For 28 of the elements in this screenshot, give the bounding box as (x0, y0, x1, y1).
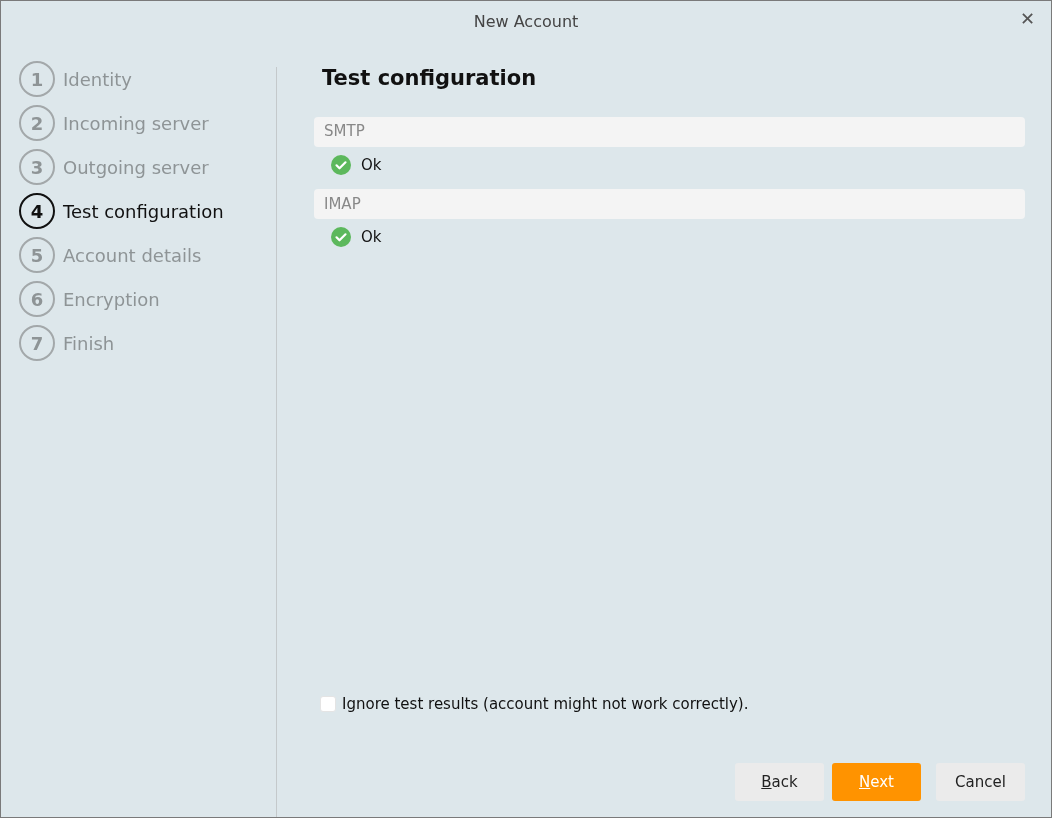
step-number: 7 (19, 325, 55, 361)
step-number: 3 (19, 149, 55, 185)
check-circle-icon (331, 227, 351, 248)
window-title: New Account (473, 11, 579, 33)
result-text: Ok (361, 227, 382, 248)
step-label[interactable]: Encryption (63, 285, 160, 313)
step-label[interactable]: Test configuration (63, 197, 224, 225)
result-text: Ok (361, 154, 382, 176)
section-header: SMTP (314, 116, 1025, 147)
wizard-button[interactable]: Next (832, 763, 921, 801)
step-label[interactable]: Identity (63, 65, 132, 93)
step-label[interactable]: Account details (63, 241, 202, 269)
step-label[interactable]: Finish (63, 329, 115, 357)
step-number: 4 (19, 193, 55, 229)
step-number: 1 (19, 61, 55, 97)
wizard-button[interactable]: Back (735, 763, 824, 801)
wizard-button[interactable]: Cancel (936, 763, 1025, 801)
close-button[interactable]: ✕ (1017, 8, 1037, 30)
step-label[interactable]: Outgoing server (63, 153, 209, 181)
checkbox-label: Ignore test results (account might not work correctly). (342, 693, 749, 715)
check-circle-icon (331, 154, 351, 175)
step-number: 2 (19, 105, 55, 141)
step-label[interactable]: Incoming server (63, 109, 209, 137)
step-number: 6 (19, 281, 55, 317)
section-header: IMAP (314, 189, 1025, 219)
checkbox[interactable] (320, 695, 336, 712)
step-number: 5 (19, 237, 55, 273)
page-heading: Test configuration (322, 65, 538, 92)
